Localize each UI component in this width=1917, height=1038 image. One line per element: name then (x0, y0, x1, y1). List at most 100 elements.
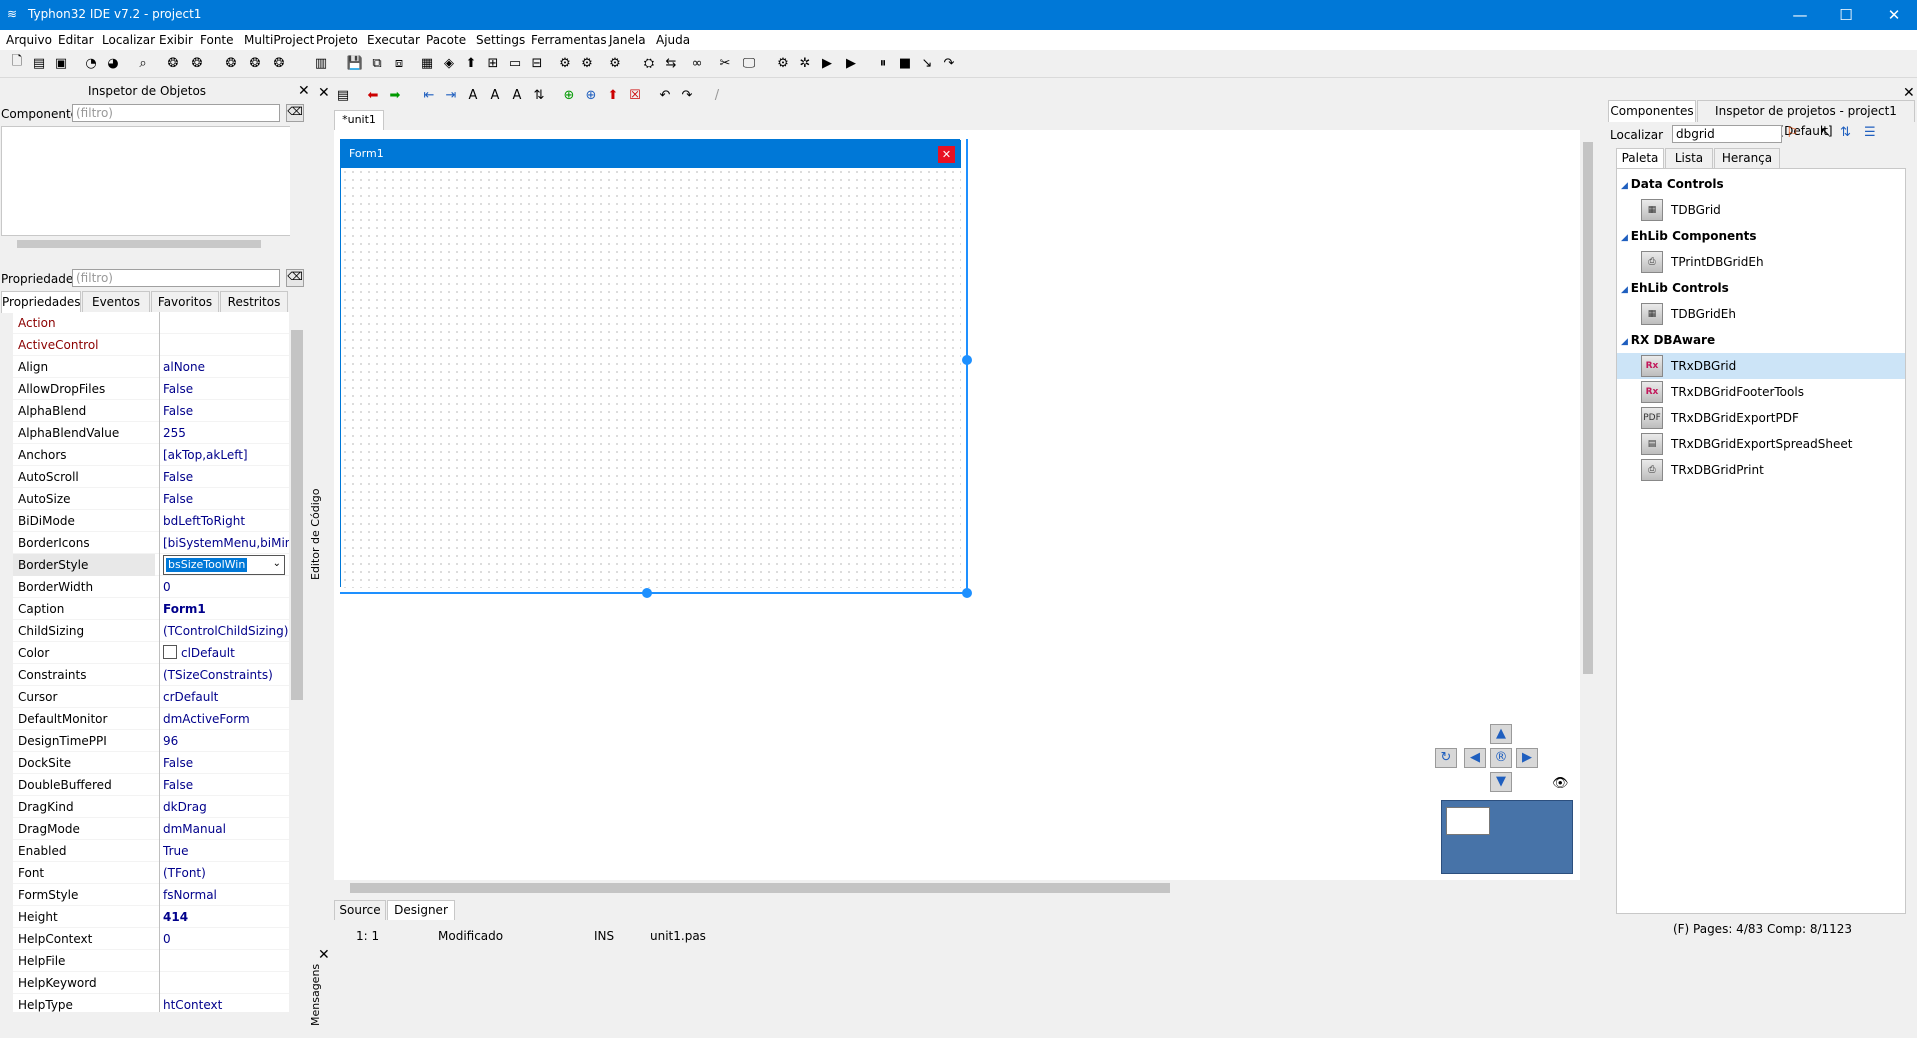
palette-component-item[interactable]: Rx TRxDBGridFooterTools (1617, 379, 1905, 405)
property-value[interactable]: Form1 (163, 602, 289, 616)
minimap-viewport[interactable] (1446, 807, 1490, 835)
run-options-icon[interactable]: ▶ (842, 54, 860, 72)
property-row[interactable]: ›BorderIcons[biSystemMenu,biMinimize (13, 532, 289, 554)
tab-eventos[interactable]: Eventos (82, 291, 150, 313)
components-tree[interactable] (1, 126, 306, 236)
tab-project-inspector[interactable]: Inspetor de projetos - project1 [Default… (1697, 100, 1915, 138)
property-row[interactable]: BiDiMode bdLeftToRight (13, 510, 289, 532)
editor-side-label[interactable]: Editor de Código (306, 480, 326, 580)
pointer-icon[interactable]: ↖ (1820, 125, 1831, 140)
form1-close-icon[interactable]: ✕ (938, 146, 955, 163)
tab-designer[interactable]: Designer (387, 900, 455, 920)
resize-handle-corner[interactable] (962, 588, 972, 598)
designer-vscrollbar[interactable] (1580, 130, 1596, 880)
eye-icon[interactable]: 👁 (1552, 776, 1569, 791)
menu-janela[interactable]: Janela (609, 33, 646, 47)
close-file-icon[interactable]: ⧈ (390, 54, 408, 72)
save-all-icon[interactable]: ⧉ (368, 54, 386, 72)
editor-close-icon[interactable]: ✕ (318, 86, 330, 100)
property-value[interactable]: 0 (163, 932, 289, 946)
property-value[interactable]: fsNormal (163, 888, 289, 902)
property-row[interactable]: DefaultMonitor dmActiveForm (13, 708, 289, 730)
palette-tree[interactable]: ◢ Data Controls ▦ TDBGrid ◢ EhLib Component… (1616, 168, 1906, 914)
tab-favoritos[interactable]: Favoritos (151, 291, 219, 313)
add2-icon[interactable]: ⊕ (582, 86, 600, 104)
property-value[interactable]: bdLeftToRight (163, 514, 289, 528)
collapse-triangle-icon[interactable]: ◢ (1621, 233, 1631, 243)
toggle-form-icon[interactable]: ⊞ (484, 54, 502, 72)
property-row[interactable]: ›Constraints(TSizeConstraints) (13, 664, 289, 686)
palette-component-item[interactable]: ⎙ TPrintDBGridEh (1617, 249, 1905, 275)
property-row[interactable]: Align alNone (13, 356, 289, 378)
package-search-icon[interactable]: ❂ (270, 54, 288, 72)
build-icon[interactable]: ⚙ (556, 54, 574, 72)
property-value[interactable]: dmActiveForm (163, 712, 289, 726)
clear-search-icon[interactable]: ⚐ (1786, 125, 1799, 141)
designer-hscrollbar[interactable] (334, 880, 1596, 896)
step-over-icon[interactable]: ↷ (940, 54, 958, 72)
build-modes-icon[interactable]: ⚙ (606, 54, 624, 72)
open-icon[interactable]: ◔ (82, 54, 100, 72)
font-a2-icon[interactable]: A (486, 86, 504, 104)
redo-icon[interactable]: ↷ (678, 86, 696, 104)
property-row[interactable]: AutoSize False (13, 488, 289, 510)
palette-component-item[interactable]: Rx TRxDBGrid (1617, 353, 1905, 379)
add-to-project-icon[interactable]: ⬆ (462, 54, 480, 72)
property-row[interactable]: ›Anchors[akTop,akLeft] (13, 444, 289, 466)
property-row[interactable]: BorderWidth 0 (13, 576, 289, 598)
tab-componentes[interactable]: Componentes (1608, 100, 1696, 122)
designer-vscroll-thumb[interactable] (1583, 142, 1593, 674)
tab-propriedades[interactable]: Propriedades (1, 291, 81, 313)
debug-icon[interactable]: ⛭ (640, 54, 658, 72)
property-value[interactable]: 0 (163, 580, 289, 594)
back-icon[interactable]: ⬅ (364, 86, 382, 104)
package-icon[interactable]: ❂ (164, 54, 182, 72)
collapse-triangle-icon[interactable]: ◢ (1621, 337, 1631, 347)
property-row[interactable]: AllowDropFiles False (13, 378, 289, 400)
collapse-triangle-icon[interactable]: ◢ (1621, 181, 1631, 191)
pen-icon[interactable]: / (708, 86, 726, 104)
pause-icon[interactable]: ⏸ (874, 54, 892, 72)
property-value[interactable]: (TSizeConstraints) (163, 668, 289, 682)
property-row[interactable]: Caption Form1 (13, 598, 289, 620)
package-add-icon[interactable]: ❂ (222, 54, 240, 72)
view-forms-icon[interactable]: ⊟ (528, 54, 546, 72)
tab-unit1[interactable]: *unit1 (334, 110, 384, 130)
menu-exibir[interactable]: Exibir (159, 33, 193, 47)
tab-source[interactable]: Source (334, 900, 386, 920)
property-value[interactable]: False (163, 404, 289, 418)
align-left-icon[interactable]: ⇤ (420, 86, 438, 104)
config-icon[interactable]: ✲ (796, 54, 814, 72)
find-icon[interactable]: ⌕ (134, 54, 152, 72)
palette-search-input[interactable]: dbgrid (1672, 125, 1782, 143)
resize-handle-bottom[interactable] (642, 588, 652, 598)
nav-left-icon[interactable]: ◀ (1464, 748, 1486, 768)
hscroll-thumb[interactable] (17, 240, 261, 248)
property-value[interactable]: 414 (163, 910, 289, 924)
nav-up-icon[interactable]: ▲ (1490, 724, 1512, 744)
step-into-icon[interactable]: ↘ (918, 54, 936, 72)
chevron-down-icon[interactable]: ⌄ (273, 558, 281, 569)
borderstyle-combo[interactable]: bsSizeToolWin ⌄ (163, 555, 285, 575)
properties-grid[interactable]: Action ActiveControl Align alNone AllowDropF… (13, 312, 289, 1012)
minimize-button[interactable]: — (1777, 0, 1823, 30)
palette-component-item[interactable]: ▦ TDBGridEh (1617, 301, 1905, 327)
menu-executar[interactable]: Executar (367, 33, 420, 47)
nav-down-icon[interactable]: ▼ (1490, 772, 1512, 792)
property-row[interactable]: HelpType htContext (13, 994, 289, 1012)
clear-filter-icon[interactable]: ⌫ (286, 104, 304, 122)
nav-right-icon[interactable]: ▶ (1516, 748, 1538, 768)
form1-client-area[interactable] (341, 168, 961, 588)
property-row[interactable]: Enabled True (13, 840, 289, 862)
menu-ajuda[interactable]: Ajuda (656, 33, 690, 47)
property-row[interactable]: AlphaBlend False (13, 400, 289, 422)
link-icon[interactable]: ⇆ (662, 54, 680, 72)
property-value[interactable]: (TControlChildSizing) (163, 624, 289, 638)
forward-icon[interactable]: ➡ (386, 86, 404, 104)
right-panel-close-icon[interactable]: ✕ (1903, 86, 1915, 100)
property-row[interactable]: HelpContext 0 (13, 928, 289, 950)
components-scrollbar[interactable] (290, 126, 306, 236)
view-units-icon[interactable]: ▭ (506, 54, 524, 72)
menu-editar[interactable]: Editar (58, 33, 94, 47)
collapse-triangle-icon[interactable]: ◢ (1621, 285, 1631, 295)
